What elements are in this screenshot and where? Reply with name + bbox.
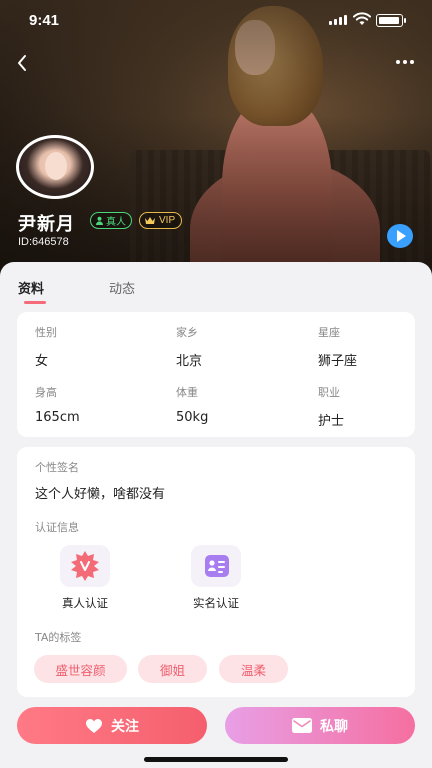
back-arrow-icon[interactable] [10,50,36,76]
info-value: 女 [35,354,49,369]
avatar-image [16,135,94,199]
heart-icon [86,718,102,733]
info-value: 护士 [318,414,345,429]
info-gender: 性别 女 [35,324,57,369]
play-video-icon[interactable] [387,224,413,248]
info-label: 星座 [318,326,340,339]
real-person-verify-icon [60,545,110,587]
info-label: 性别 [35,326,57,339]
signature-text: 这个人好懒，啥都没有 [35,487,166,502]
follow-button[interactable]: 关注 [17,707,207,744]
tags-title: TA的标签 [35,631,82,644]
status-bar: 9:41 [0,0,432,40]
info-label: 身高 [35,386,57,399]
home-indicator[interactable] [144,757,288,762]
info-occupation: 职业 护士 [318,384,344,429]
person-icon [95,216,104,225]
real-person-verify-label: 真人认证 [62,596,108,610]
tag-item: 御姐 [138,655,207,683]
verification-title: 认证信息 [35,521,79,534]
id-card-verify-icon [191,545,241,587]
signature-title: 个性签名 [35,461,79,474]
profile-sheet: 资料 动态 性别 女 家乡 北京 星座 狮子座 身高 165cm 体重 50kg… [0,262,432,768]
tag-item: 盛世容颜 [34,655,127,683]
private-chat-button[interactable]: 私聊 [225,707,415,744]
info-value: 165cm [35,410,80,425]
info-zodiac: 星座 狮子座 [318,324,357,369]
real-name-verify-label: 实名认证 [193,596,239,610]
real-person-badge: 真人 [90,212,132,229]
info-value: 50kg [176,410,209,425]
user-id: ID:646578 [18,236,69,248]
avatar[interactable] [16,135,94,199]
private-chat-button-label: 私聊 [320,718,348,735]
real-person-badge-label: 真人 [106,217,126,228]
info-height: 身高 165cm [35,384,80,425]
details-card: 个性签名 这个人好懒，啥都没有 认证信息 真人认证 实名认证 TA的标签 盛世容… [17,447,415,697]
more-options-icon[interactable] [392,52,418,72]
real-name-verification[interactable]: 实名认证 [176,545,256,611]
info-weight: 体重 50kg [176,384,208,425]
follow-button-label: 关注 [111,718,139,735]
info-label: 家乡 [176,326,198,339]
tab-profile[interactable]: 资料 [18,278,47,304]
mail-icon [292,718,312,733]
tab-bar: 资料 动态 [0,262,432,306]
battery-icon [376,14,406,27]
basic-info-card: 性别 女 家乡 北京 星座 狮子座 身高 165cm 体重 50kg 职业 护士 [17,312,415,437]
crown-icon [145,217,155,224]
info-label: 职业 [318,386,340,399]
user-name: 尹新月 [18,214,75,235]
info-value: 北京 [176,354,203,369]
cellular-signal-icon [329,15,347,25]
tag-item: 温柔 [219,655,288,683]
status-time: 9:41 [29,12,60,29]
info-label: 体重 [176,386,198,399]
info-value: 狮子座 [318,354,358,369]
vip-badge-label: VIP [159,215,176,226]
info-hometown: 家乡 北京 [176,324,202,369]
wifi-icon [353,12,371,25]
real-person-verification[interactable]: 真人认证 [45,545,125,611]
tab-moments[interactable]: 动态 [109,278,135,297]
vip-badge: VIP [139,212,183,229]
